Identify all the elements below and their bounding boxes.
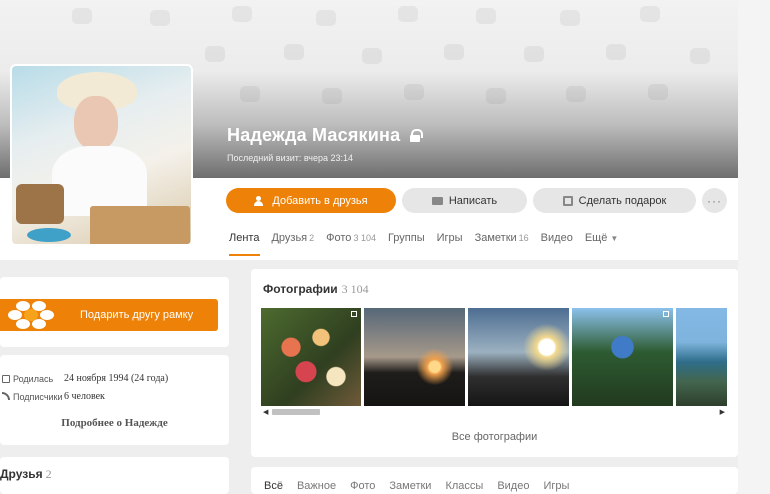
cover-pattern-icon	[150, 10, 170, 26]
photos-count: 3 104	[341, 282, 369, 296]
filter-games[interactable]: Игры	[543, 480, 569, 492]
gift-icon	[562, 195, 573, 206]
send-gift-label: Сделать подарок	[578, 194, 667, 207]
friends-title[interactable]: Друзья 2	[0, 467, 52, 482]
filter-likes[interactable]: Классы	[445, 480, 483, 492]
photo-scrollbar[interactable]: ◀ ▶	[261, 407, 727, 417]
more-actions-button[interactable]: ···	[702, 188, 727, 213]
add-friend-button[interactable]: Добавить в друзья	[226, 188, 396, 213]
cover-pattern-icon	[476, 8, 496, 24]
cover-pattern-icon	[444, 44, 464, 60]
cover-pattern-icon	[284, 44, 304, 60]
last-visit: Последний визит: вчера 23:14	[227, 153, 353, 163]
envelope-icon	[431, 196, 443, 205]
photo-thumbnail[interactable]	[364, 308, 465, 406]
cover-pattern-icon	[648, 84, 668, 100]
feed-filters: Всё Важное Фото Заметки Классы Видео Игр…	[264, 480, 583, 492]
tab-photos[interactable]: Фото 3 104	[326, 232, 376, 244]
chevron-down-icon: ▼	[610, 234, 619, 243]
scroll-right-icon[interactable]: ▶	[720, 408, 725, 416]
cover-pattern-icon	[566, 86, 586, 102]
photo-thumbnail[interactable]	[261, 308, 361, 406]
more-dots-icon: ···	[707, 193, 722, 208]
photo-strip	[261, 308, 727, 406]
cover-pattern-icon	[240, 86, 260, 102]
subscribers-value[interactable]: 6 человек	[64, 391, 105, 402]
select-checkbox[interactable]	[663, 311, 669, 317]
photo-thumbnail[interactable]	[676, 308, 727, 406]
tab-groups[interactable]: Группы	[388, 232, 425, 244]
all-photos-link[interactable]: Все фотографии	[251, 431, 738, 443]
cover-pattern-icon	[362, 48, 382, 64]
scrollbar-thumb[interactable]	[272, 409, 320, 415]
send-gift-button[interactable]: Сделать подарок	[533, 188, 696, 213]
subscribers-icon	[2, 391, 10, 400]
cover-pattern-icon	[322, 88, 342, 104]
tab-count: 2	[309, 233, 315, 243]
filter-video[interactable]: Видео	[497, 480, 529, 492]
birthday-label: Родилась	[13, 373, 54, 384]
select-checkbox[interactable]	[351, 311, 357, 317]
friends-count: 2	[45, 467, 52, 481]
filter-notes[interactable]: Заметки	[389, 480, 431, 492]
write-message-label: Написать	[448, 194, 498, 207]
cover-pattern-icon	[560, 10, 580, 26]
tab-feed[interactable]: Лента	[229, 232, 259, 244]
tab-friends[interactable]: Друзья 2	[271, 232, 314, 244]
tab-notes[interactable]: Заметки 16	[475, 232, 529, 244]
profile-name: Надежда Масякина	[227, 125, 424, 146]
cover-pattern-icon	[404, 84, 424, 100]
subscribers-row: Подписчики 6 человек	[0, 391, 105, 402]
birthday-row: Родилась 24 ноября 1994 (24 года)	[0, 373, 168, 384]
tab-more[interactable]: Ещё ▼	[585, 232, 618, 244]
active-tab-indicator	[229, 254, 260, 256]
tab-count: 3 104	[353, 233, 376, 243]
profile-name-text: Надежда Масякина	[227, 125, 401, 145]
cover-pattern-icon	[606, 44, 626, 60]
cover-pattern-icon	[524, 46, 544, 62]
calendar-icon	[2, 374, 10, 383]
write-message-button[interactable]: Написать	[402, 188, 527, 213]
cover-pattern-icon	[316, 10, 336, 26]
scroll-left-icon[interactable]: ◀	[263, 408, 268, 416]
cover-pattern-icon	[690, 48, 710, 64]
avatar[interactable]	[10, 64, 193, 246]
filter-important[interactable]: Важное	[297, 480, 336, 492]
add-friend-label: Добавить в друзья	[272, 194, 368, 207]
birthday-value: 24 ноября 1994 (24 года)	[64, 373, 169, 384]
daisy-icon	[6, 300, 58, 330]
cover-pattern-icon	[640, 6, 660, 22]
cover-pattern-icon	[72, 8, 92, 24]
cover-pattern-icon	[205, 46, 225, 62]
tab-games[interactable]: Игры	[437, 232, 463, 244]
cover-pattern-icon	[232, 6, 252, 22]
cover-pattern-icon	[398, 6, 418, 22]
profile-tabs: Лента Друзья 2 Фото 3 104 Группы Игры Заме…	[229, 232, 630, 256]
cover-pattern-icon	[486, 88, 506, 104]
gift-frame-label: Подарить другу рамку	[80, 309, 194, 321]
more-about-link[interactable]: Подробнее о Надежде	[0, 417, 229, 429]
photos-title[interactable]: Фотографии 3 104	[263, 282, 369, 297]
tab-videos[interactable]: Видео	[541, 232, 573, 244]
photo-thumbnail[interactable]	[572, 308, 673, 406]
photo-thumbnail[interactable]	[468, 308, 569, 406]
lock-icon	[410, 129, 424, 142]
tab-count: 16	[518, 233, 529, 243]
subscribers-label: Подписчики	[13, 391, 63, 402]
filter-all[interactable]: Всё	[264, 480, 283, 492]
filter-photo[interactable]: Фото	[350, 480, 375, 492]
right-gutter	[738, 0, 770, 494]
add-user-icon	[254, 195, 266, 206]
